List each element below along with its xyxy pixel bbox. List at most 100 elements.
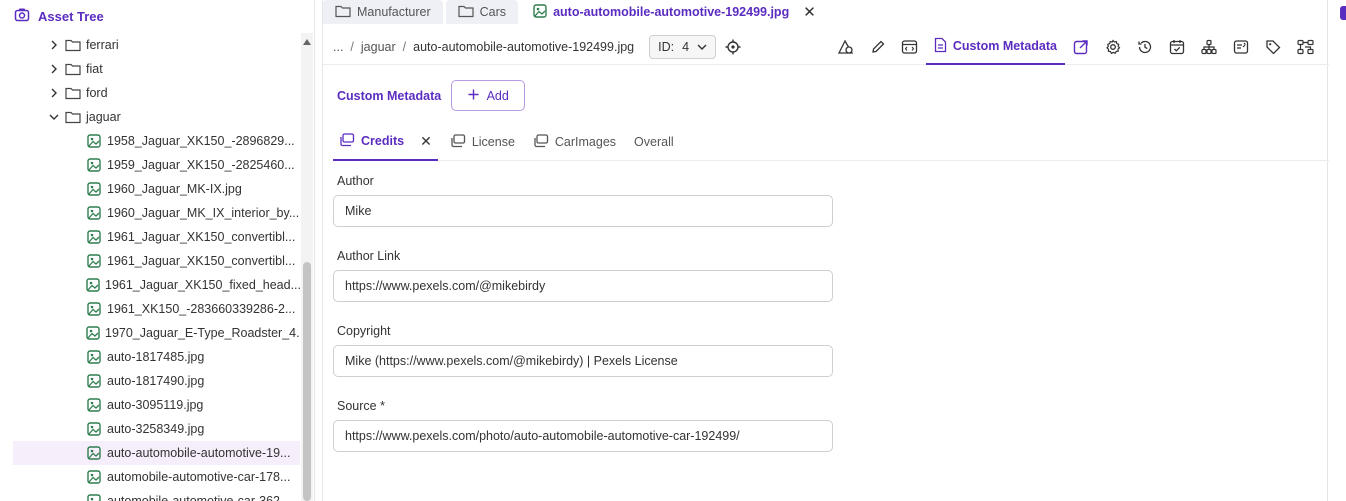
tree-folder-ferrari[interactable]: ferrari <box>0 33 300 57</box>
field-source: Source * https://www.pexels.com/photo/au… <box>333 399 833 452</box>
tree-file-label: auto-automobile-automotive-19... <box>107 446 291 460</box>
image-icon <box>86 445 102 461</box>
subtab-carimages[interactable]: CarImages <box>527 124 622 161</box>
breadcrumb-ellipsis[interactable]: ... <box>333 40 343 54</box>
image-icon <box>86 421 102 437</box>
breadcrumb-folder[interactable]: jaguar <box>361 40 396 54</box>
embed-icon[interactable] <box>894 29 926 65</box>
tag-icon[interactable] <box>1257 29 1289 65</box>
tree-file-item[interactable]: 1958_Jaguar_XK150_-2896829... <box>0 129 300 153</box>
tree-folder-label: fiat <box>86 62 103 76</box>
tree-folder-jaguar[interactable]: jaguar <box>0 105 300 129</box>
tree-file-item[interactable]: 1961_Jaguar_XK150_fixed_head... <box>0 273 300 297</box>
author-input[interactable]: Mike <box>333 195 833 227</box>
id-select-value: 4 <box>682 39 690 54</box>
tree-file-item[interactable]: automobile-automotive-car-362... <box>0 489 300 501</box>
image-icon <box>86 301 102 317</box>
tab-cars[interactable]: Cars <box>445 0 519 24</box>
chevron-down-icon[interactable] <box>46 109 62 125</box>
notes-icon[interactable] <box>1225 29 1257 65</box>
gear-icon[interactable] <box>1097 29 1129 65</box>
tree-file-label: auto-1817485.jpg <box>107 350 205 364</box>
image-icon <box>86 397 102 413</box>
credits-form: Author Mike Author Link https://www.pexe… <box>333 174 833 474</box>
id-select[interactable]: ID: 4 <box>649 34 717 59</box>
image-icon <box>86 253 102 269</box>
tree-file-label: 1961_Jaguar_XK150_convertibl... <box>107 230 296 244</box>
hierarchy-icon[interactable] <box>1193 29 1225 65</box>
tree-file-item[interactable]: automobile-automotive-car-178... <box>0 465 300 489</box>
custom-metadata-tab[interactable]: Custom Metadata <box>925 29 1065 65</box>
tree-scrollbar-thumb[interactable] <box>303 262 311 501</box>
tree-file-item[interactable]: auto-automobile-automotive-19... <box>13 441 300 465</box>
tree-file-item[interactable]: auto-3258349.jpg <box>0 417 300 441</box>
history-icon[interactable] <box>1129 29 1161 65</box>
tree-file-label: auto-1817490.jpg <box>107 374 205 388</box>
field-copyright: Copyright Mike (https://www.pexels.com/@… <box>333 324 833 377</box>
folder-icon <box>65 109 81 125</box>
breadcrumb-separator: / <box>402 39 407 54</box>
editor-tabbar: Manufacturer Cars auto-automobile-automo… <box>323 0 831 27</box>
image-icon <box>533 3 547 21</box>
tree-file-label: 1958_Jaguar_XK150_-2896829... <box>107 134 295 148</box>
metadata-subtabs: Credits ✕ License CarImages Overall <box>333 124 1329 161</box>
subtab-label: Credits <box>361 134 405 148</box>
shape-icon[interactable] <box>830 29 862 65</box>
tree-file-item[interactable]: auto-1817490.jpg <box>0 369 300 393</box>
schedule-icon[interactable] <box>1161 29 1193 65</box>
tree-file-label: auto-3095119.jpg <box>107 398 204 412</box>
scroll-up-arrow-icon[interactable] <box>301 36 313 48</box>
source-input[interactable]: https://www.pexels.com/photo/auto-automo… <box>333 420 833 452</box>
tree-file-item[interactable]: 1959_Jaguar_XK150_-2825460... <box>0 153 300 177</box>
tree-folder-label: jaguar <box>86 110 121 124</box>
image-icon <box>86 229 102 245</box>
close-icon[interactable]: ✕ <box>803 3 816 21</box>
tree-file-label: 1961_Jaguar_XK150_fixed_head... <box>105 278 300 292</box>
tree-file-item[interactable]: auto-1817485.jpg <box>0 345 300 369</box>
add-button[interactable]: Add <box>451 80 526 111</box>
chevron-right-icon[interactable] <box>46 61 62 77</box>
tree-file-item[interactable]: 1961_Jaguar_XK150_convertibl... <box>0 225 300 249</box>
tree-file-item[interactable]: 1961_XK150_-283660339286-2... <box>0 297 300 321</box>
subtab-overall[interactable]: Overall <box>628 124 680 161</box>
tab-label: Manufacturer <box>357 5 431 19</box>
copyright-input[interactable]: Mike (https://www.pexels.com/@mikebirdy)… <box>333 345 833 377</box>
folder-icon <box>65 85 81 101</box>
tab-manufacturer[interactable]: Manufacturer <box>323 0 443 24</box>
field-author-link: Author Link https://www.pexels.com/@mike… <box>333 249 833 302</box>
chevron-right-icon[interactable] <box>46 37 62 53</box>
tree-file-item[interactable]: auto-3095119.jpg <box>0 393 300 417</box>
workflow-icon[interactable] <box>1289 29 1321 65</box>
tree-file-item[interactable]: 1970_Jaguar_E-Type_Roadster_4... <box>0 321 300 345</box>
locate-icon[interactable] <box>725 39 741 58</box>
subtab-license[interactable]: License <box>444 124 521 161</box>
tree-file-item[interactable]: 1961_Jaguar_XK150_convertibl... <box>0 249 300 273</box>
custom-metadata-icon <box>934 37 947 56</box>
tree-file-label: auto-3258349.jpg <box>107 422 205 436</box>
chevron-right-icon[interactable] <box>46 85 62 101</box>
tree-file-item[interactable]: 1960_Jaguar_MK_IX_interior_by... <box>0 201 300 225</box>
tree-file-item[interactable]: 1960_Jaguar_MK-IX.jpg <box>0 177 300 201</box>
tree-file-label: 1960_Jaguar_MK-IX.jpg <box>107 182 242 196</box>
chevron-down-icon <box>697 40 707 54</box>
author-link-input[interactable]: https://www.pexels.com/@mikebirdy <box>333 270 833 302</box>
tree-file-label: 1961_Jaguar_XK150_convertibl... <box>107 254 296 268</box>
subtab-credits[interactable]: Credits ✕ <box>333 124 438 161</box>
custom-metadata-label: Custom Metadata <box>337 88 442 103</box>
image-icon <box>86 181 102 197</box>
image-icon <box>86 133 102 149</box>
tree-file-label: automobile-automotive-car-362... <box>107 494 291 501</box>
tree-folder-fiat[interactable]: fiat <box>0 57 300 81</box>
close-icon[interactable]: ✕ <box>420 133 432 150</box>
tree-file-label: 1961_XK150_-283660339286-2... <box>107 302 296 316</box>
open-external-icon[interactable] <box>1065 29 1097 65</box>
tree-file-label: 1959_Jaguar_XK150_-2825460... <box>107 158 295 172</box>
edge-handle[interactable] <box>1340 6 1346 20</box>
pencil-icon[interactable] <box>862 29 894 65</box>
asset-tree: ferrari fiat ford jaguar 1958_Jaguar_XK1… <box>0 33 300 501</box>
tree-file-label: 1960_Jaguar_MK_IX_interior_by... <box>107 206 300 220</box>
tab-asset-file[interactable]: auto-automobile-automotive-192499.jpg ✕ <box>521 0 828 24</box>
layers-icon <box>450 133 466 151</box>
folder-icon <box>458 4 474 21</box>
tree-folder-ford[interactable]: ford <box>0 81 300 105</box>
